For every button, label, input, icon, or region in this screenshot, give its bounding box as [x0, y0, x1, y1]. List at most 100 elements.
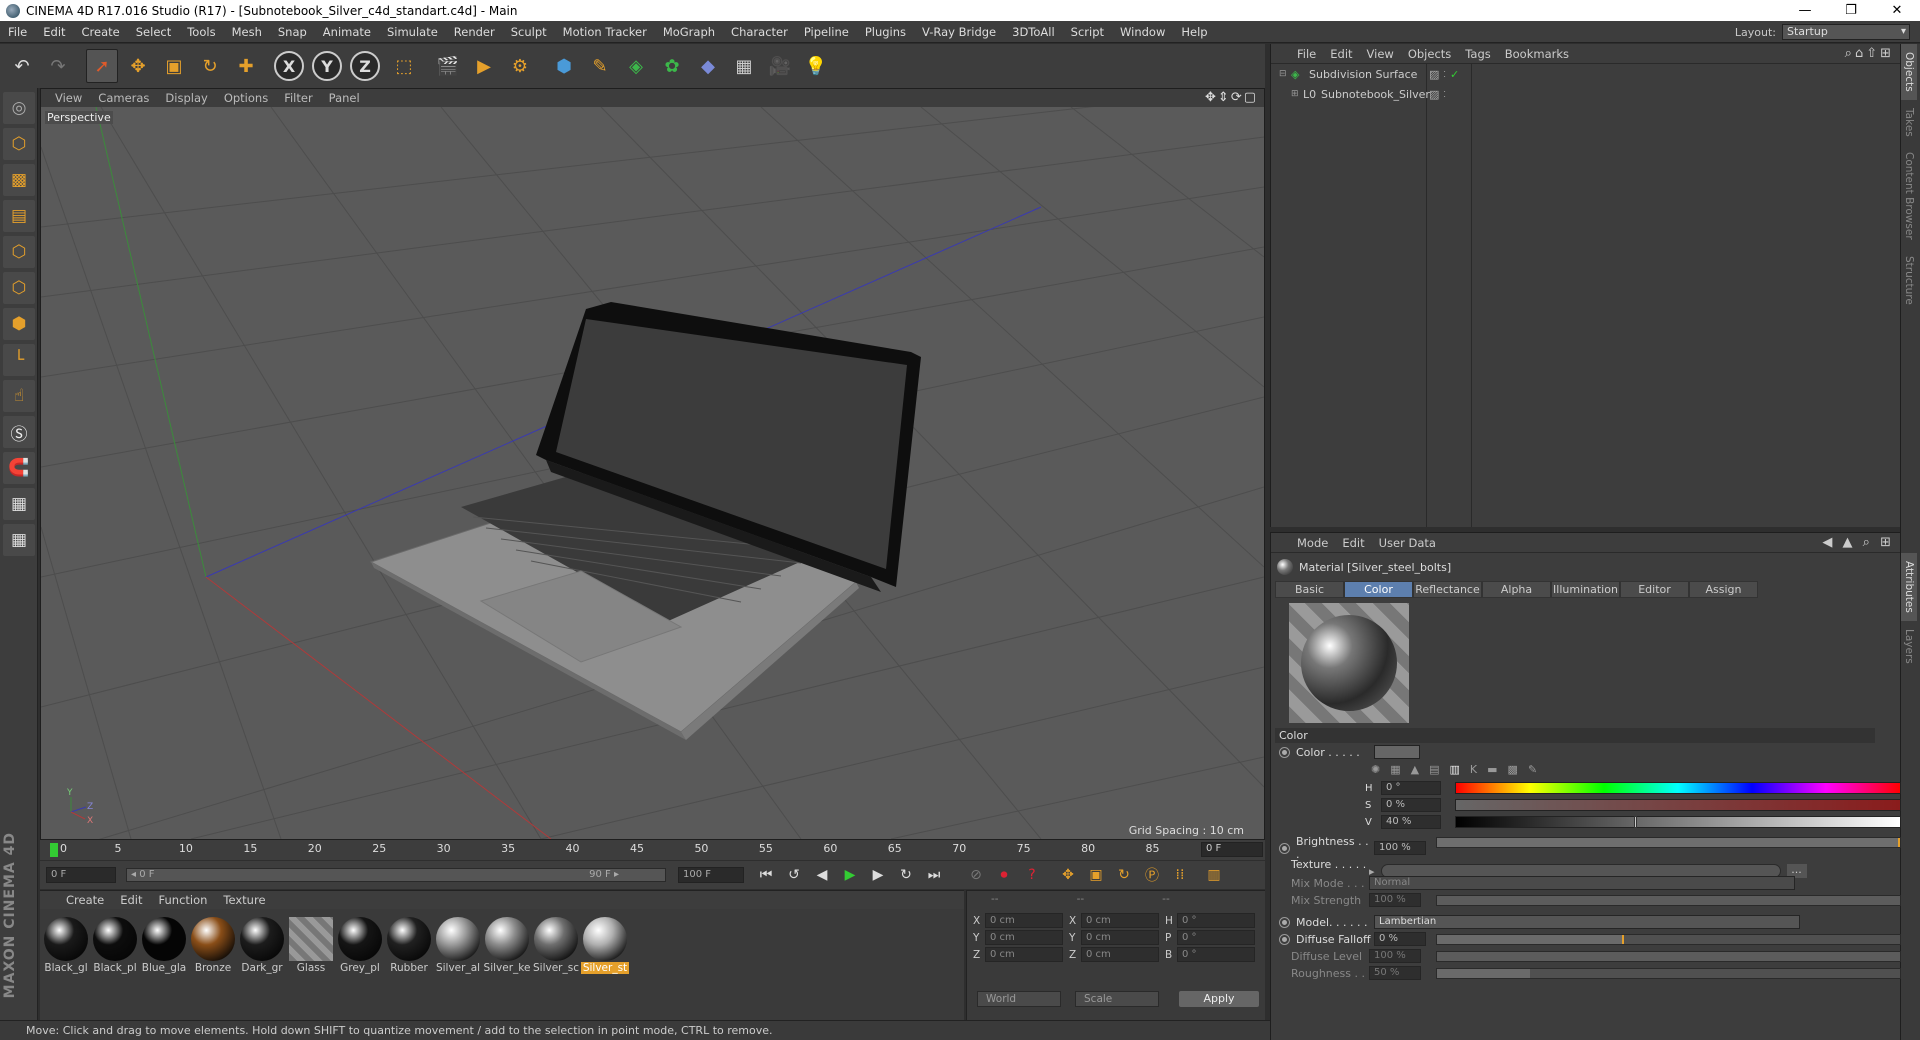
objects-menu-tags[interactable]: Tags — [1465, 47, 1490, 61]
roughness-slider[interactable] — [1436, 968, 1901, 979]
points-mode-icon[interactable]: ⬡ — [3, 236, 35, 268]
objects-menu-edit[interactable]: Edit — [1330, 47, 1352, 61]
roughness-field[interactable]: 50 % — [1369, 966, 1421, 980]
scale-mode-dropdown[interactable]: Scale — [1075, 991, 1159, 1007]
make-editable-icon[interactable]: ◎ — [3, 92, 35, 124]
end-frame-field[interactable]: 100 F — [678, 867, 744, 883]
mix-mode-dropdown[interactable]: Normal — [1369, 876, 1795, 890]
material-swatch[interactable]: Grey_pl — [336, 917, 384, 974]
viewport-menu-display[interactable]: Display — [165, 91, 207, 105]
menu-pipeline[interactable]: Pipeline — [796, 25, 857, 39]
timeline-window-icon[interactable]: ▥ — [1202, 864, 1226, 886]
saturation-slider[interactable] — [1455, 799, 1901, 811]
menu-animate[interactable]: Animate — [315, 25, 379, 39]
mix-strength-slider[interactable] — [1436, 895, 1901, 906]
menu-window[interactable]: Window — [1112, 25, 1173, 39]
viewport-navigation-icons[interactable]: ✥⇕⟳▢ — [1205, 90, 1258, 105]
viewport-menu-options[interactable]: Options — [224, 91, 268, 105]
material-swatch[interactable]: Glass — [287, 917, 335, 974]
menu-edit[interactable]: Edit — [35, 25, 73, 39]
attribute-nav-icons[interactable]: ◀ ▲ ⌕ ⊞ — [1822, 535, 1894, 550]
coordinate-value-field[interactable]: 0 cm — [1081, 913, 1159, 928]
move-tool-icon[interactable]: ✥ — [122, 49, 154, 83]
rotate-tool-icon[interactable]: ↻ — [194, 49, 226, 83]
preview-range-slider[interactable]: ◂ 0 F 90 F ▸ — [126, 868, 666, 882]
material-swatch[interactable]: Bronze — [189, 917, 237, 974]
side-tab-objects[interactable]: Objects — [1901, 44, 1917, 100]
deformer-icon[interactable]: ◆ — [692, 49, 724, 83]
layout-dropdown[interactable]: Startup — [1782, 24, 1910, 40]
live-selection-icon[interactable]: ➚ — [86, 49, 118, 83]
tab-reflectance[interactable]: Reflectance — [1413, 581, 1482, 598]
redo-icon[interactable]: ↷ — [42, 49, 74, 83]
3d-viewport[interactable]: View Cameras Display Options Filter Pane… — [40, 88, 1265, 840]
layer-icon[interactable]: ▨ — [1429, 68, 1439, 81]
key-pla-icon[interactable]: ⁞⁞ — [1168, 864, 1192, 886]
objects-menu-bookmarks[interactable]: Bookmarks — [1505, 47, 1569, 61]
z-axis-lock-icon[interactable]: Z — [350, 51, 380, 81]
menu-plugins[interactable]: Plugins — [857, 25, 914, 39]
cube-primitive-icon[interactable]: ⬢ — [548, 49, 580, 83]
planar-workplane-icon[interactable]: ▦ — [3, 524, 35, 556]
next-key-icon[interactable]: ↻ — [894, 864, 918, 886]
image-picker-icon[interactable]: ▲ — [1411, 763, 1419, 776]
kelvin-mode-icon[interactable]: K — [1470, 763, 1477, 776]
current-frame-field[interactable]: 0 F — [1201, 842, 1263, 857]
mix-strength-field[interactable]: 100 % — [1369, 893, 1421, 907]
menu-file[interactable]: File — [0, 25, 35, 39]
object-manager-nav-icons[interactable]: ⌕⌂⇧⊞ — [1845, 46, 1894, 61]
y-axis-lock-icon[interactable]: Y — [312, 51, 342, 81]
attributes-menu-edit[interactable]: Edit — [1342, 536, 1364, 550]
key-rotation-icon[interactable]: ↻ — [1112, 864, 1136, 886]
menu-simulate[interactable]: Simulate — [379, 25, 446, 39]
material-swatch[interactable]: Dark_gr — [238, 917, 286, 974]
viewport-menu-panel[interactable]: Panel — [329, 91, 360, 105]
previous-frame-icon[interactable]: ◀ — [810, 864, 834, 886]
eyedropper-icon[interactable]: ✎ — [1528, 763, 1537, 776]
visibility-dots-icon[interactable]: ⁚ — [1443, 90, 1446, 99]
objects-menu-view[interactable]: View — [1367, 47, 1394, 61]
menu-script[interactable]: Script — [1063, 25, 1112, 39]
workplane-mode-icon[interactable]: ▤ — [3, 200, 35, 232]
menu-help[interactable]: Help — [1173, 25, 1215, 39]
swatches-icon[interactable]: ▩ — [1508, 763, 1518, 776]
material-preview[interactable] — [1289, 603, 1409, 723]
coordinate-value-field[interactable]: 0 cm — [985, 913, 1063, 928]
light-icon[interactable]: 💡 — [800, 49, 832, 83]
timeline-playhead[interactable] — [50, 843, 58, 857]
material-swatch[interactable]: Silver_st — [581, 917, 629, 974]
apply-button[interactable]: Apply — [1179, 991, 1259, 1007]
menu-mesh[interactable]: Mesh — [224, 25, 270, 39]
key-scale-icon[interactable]: ▣ — [1084, 864, 1108, 886]
side-tab-attributes[interactable]: Attributes — [1901, 552, 1917, 621]
pen-spline-icon[interactable]: ✎ — [584, 49, 616, 83]
animate-radio[interactable] — [1279, 746, 1290, 758]
snapping-icon[interactable]: 🧲 — [3, 452, 35, 484]
menu-character[interactable]: Character — [723, 25, 796, 39]
brightness-slider[interactable] — [1436, 837, 1901, 848]
recent-tools-icon[interactable]: ✚ — [230, 49, 262, 83]
object-row-subnotebook-silver[interactable]: ⊞ L0 Subnotebook_Silver ▨ ⁚ — [1271, 84, 1900, 104]
attributes-menu-user-data[interactable]: User Data — [1379, 536, 1436, 550]
spectrum-icon[interactable]: ▦ — [1390, 763, 1400, 776]
mixer-icon[interactable]: ▬ — [1487, 763, 1497, 776]
menu-vray-bridge[interactable]: V-Ray Bridge — [914, 25, 1004, 39]
material-menu-edit[interactable]: Edit — [120, 893, 142, 907]
go-to-start-icon[interactable]: ⏮ — [754, 864, 778, 886]
menu-mograph[interactable]: MoGraph — [655, 25, 723, 39]
value-slider-handle[interactable] — [1633, 816, 1637, 828]
render-to-picture-viewer-icon[interactable]: ▶ — [468, 49, 500, 83]
coordinate-system-icon[interactable]: ⬚ — [388, 49, 420, 83]
coordinate-value-field[interactable]: 0 cm — [985, 930, 1063, 945]
workplane-lock-icon[interactable]: ▦ — [3, 488, 35, 520]
material-menu-create[interactable]: Create — [66, 893, 104, 907]
tab-basic[interactable]: Basic — [1275, 581, 1344, 598]
side-tab-takes[interactable]: Takes — [1901, 100, 1917, 145]
hsv-mode-icon[interactable]: ▥ — [1450, 763, 1460, 776]
edges-mode-icon[interactable]: ⬡ — [3, 272, 35, 304]
rgb-mode-icon[interactable]: ▤ — [1429, 763, 1439, 776]
tweak-mode-icon[interactable]: ☝ — [3, 380, 35, 412]
maximize-button[interactable]: ❐ — [1828, 0, 1874, 21]
color-swatch[interactable] — [1374, 745, 1420, 759]
coordinate-value-field[interactable]: 0 cm — [1081, 947, 1159, 962]
